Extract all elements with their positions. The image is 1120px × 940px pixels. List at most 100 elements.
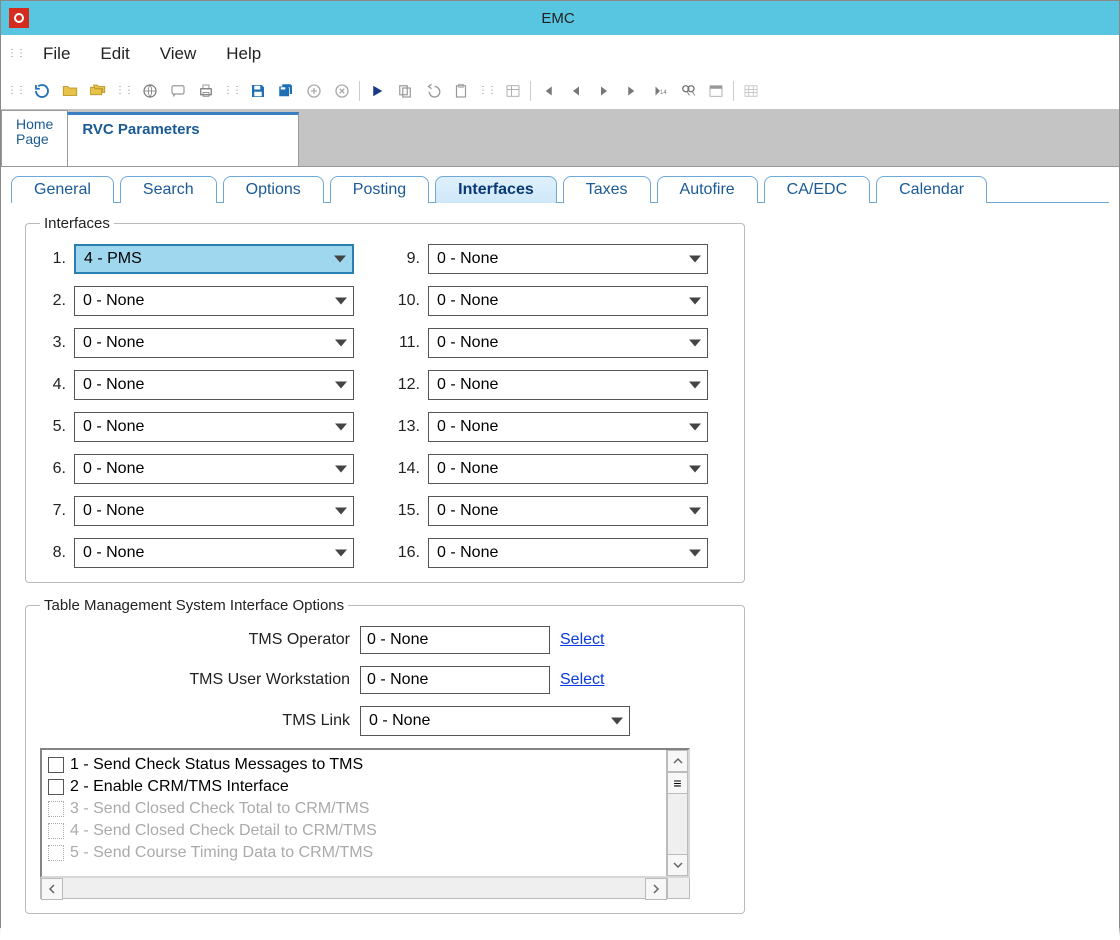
tab-taxes[interactable]: Taxes <box>563 176 651 203</box>
interface-combo[interactable]: 0 - None <box>74 496 354 526</box>
tab-home-page[interactable]: Home Page <box>1 110 68 166</box>
scroll-up-icon[interactable] <box>667 750 688 772</box>
menu-file[interactable]: File <box>29 40 84 68</box>
interface-combo[interactable]: 0 - None <box>428 454 708 484</box>
last-icon[interactable] <box>619 78 645 104</box>
interface-row: 3.0 - None <box>40 328 354 358</box>
interface-number: 13. <box>394 418 420 436</box>
tab-search[interactable]: Search <box>120 176 217 203</box>
tms-link-combo[interactable]: 0 - None <box>360 706 630 736</box>
checkbox-icon <box>48 801 64 817</box>
tab-options[interactable]: Options <box>223 176 324 203</box>
menu-view[interactable]: View <box>146 40 211 68</box>
titlebar: EMC <box>1 1 1119 35</box>
window-icon[interactable] <box>703 78 729 104</box>
folder-multi-icon[interactable] <box>85 78 111 104</box>
copy-icon[interactable] <box>392 78 418 104</box>
checkbox-icon[interactable] <box>48 757 64 773</box>
globe-icon[interactable] <box>137 78 163 104</box>
menu-help[interactable]: Help <box>212 40 275 68</box>
interface-row: 1. 4 - PMS <box>40 244 354 274</box>
first-icon[interactable] <box>535 78 561 104</box>
delete-icon[interactable] <box>329 78 355 104</box>
tab-calendar[interactable]: Calendar <box>876 176 987 203</box>
scroll-left-icon[interactable] <box>41 878 63 900</box>
interface-combo[interactable]: 0 - None <box>74 370 354 400</box>
interface-combo[interactable]: 4 - PMS <box>74 244 354 274</box>
next-icon[interactable] <box>591 78 617 104</box>
scroll-menu-icon[interactable]: ≡ <box>667 772 688 794</box>
tms-option-item[interactable]: 1 - Send Check Status Messages to TMS <box>48 754 660 776</box>
checkbox-icon[interactable] <box>48 779 64 795</box>
interface-combo[interactable]: 0 - None <box>74 286 354 316</box>
window-title: EMC <box>37 10 1079 27</box>
interface-combo[interactable]: 0 - None <box>74 412 354 442</box>
undo-icon[interactable] <box>420 78 446 104</box>
interface-combo[interactable]: 0 - None <box>428 244 708 274</box>
grid-icon[interactable] <box>738 78 764 104</box>
goto-icon[interactable]: 14 <box>647 78 673 104</box>
tab-ca-edc[interactable]: CA/EDC <box>764 176 870 203</box>
interface-combo[interactable]: 0 - None <box>428 412 708 442</box>
interface-row: 10.0 - None <box>394 286 708 316</box>
interface-combo[interactable]: 0 - None <box>428 370 708 400</box>
vertical-scrollbar[interactable]: ≡ <box>666 750 688 876</box>
tms-workstation-label: TMS User Workstation <box>40 671 350 689</box>
prev-icon[interactable] <box>563 78 589 104</box>
tab-posting[interactable]: Posting <box>330 176 429 203</box>
scroll-down-icon[interactable] <box>667 854 688 876</box>
tms-group: Table Management System Interface Option… <box>25 597 745 914</box>
interface-combo[interactable]: 0 - None <box>74 454 354 484</box>
print-icon[interactable] <box>193 78 219 104</box>
interface-row: 2.0 - None <box>40 286 354 316</box>
interface-row: 11. 0 - None <box>394 328 708 358</box>
interface-number: 9. <box>394 250 420 268</box>
interface-row: 9. 0 - None <box>394 244 708 274</box>
interface-row: 14. 0 - None <box>394 454 708 484</box>
tms-workstation-input[interactable] <box>360 666 550 694</box>
save-icon[interactable] <box>245 78 271 104</box>
interface-number: 12. <box>394 376 420 394</box>
refresh-icon[interactable] <box>29 78 55 104</box>
interface-number: 6. <box>40 460 66 478</box>
table-icon[interactable] <box>500 78 526 104</box>
grip-icon: ⋮⋮ <box>478 89 496 92</box>
interface-combo[interactable]: 0 - None <box>428 538 708 568</box>
interface-row: 8. 0 - None <box>40 538 354 568</box>
chat-icon[interactable] <box>165 78 191 104</box>
horizontal-scrollbar[interactable] <box>40 877 690 899</box>
interface-combo[interactable]: 0 - None <box>74 538 354 568</box>
tab-general[interactable]: General <box>11 176 114 203</box>
folder-icon[interactable] <box>57 78 83 104</box>
tms-option-item: 3 - Send Closed Check Total to CRM/TMS <box>48 798 660 820</box>
save-all-icon[interactable] <box>273 78 299 104</box>
tms-option-item: 5 - Send Course Timing Data to CRM/TMS <box>48 842 660 864</box>
interface-combo[interactable]: 0 - None <box>74 328 354 358</box>
tms-link-label: TMS Link <box>40 712 350 730</box>
interface-number: 14. <box>394 460 420 478</box>
add-icon[interactable] <box>301 78 327 104</box>
interface-row: 15.0 - None <box>394 496 708 526</box>
tab-interfaces[interactable]: Interfaces <box>435 176 557 203</box>
interface-combo[interactable]: 0 - None <box>428 496 708 526</box>
tms-option-item: 4 - Send Closed Check Detail to CRM/TMS <box>48 820 660 842</box>
tms-workstation-select-link[interactable]: Select <box>560 671 604 689</box>
paste-icon[interactable] <box>448 78 474 104</box>
interface-combo[interactable]: 0 - None <box>428 286 708 316</box>
tab-autofire[interactable]: Autofire <box>657 176 758 203</box>
tms-operator-input[interactable] <box>360 626 550 654</box>
tms-operator-select-link[interactable]: Select <box>560 631 604 649</box>
find-icon[interactable] <box>675 78 701 104</box>
interface-number: 1. <box>40 250 66 268</box>
scroll-right-icon[interactable] <box>645 878 667 900</box>
tab-rvc-parameters[interactable]: RVC Parameters <box>67 112 299 166</box>
play-icon[interactable] <box>364 78 390 104</box>
grip-icon: ⋮⋮ <box>223 89 241 92</box>
interface-number: 8. <box>40 544 66 562</box>
interface-combo[interactable]: 0 - None <box>428 328 708 358</box>
menu-edit[interactable]: Edit <box>86 40 143 68</box>
interface-number: 4. <box>40 376 66 394</box>
tms-option-item[interactable]: 2 - Enable CRM/TMS Interface <box>48 776 660 798</box>
grip-icon: ⋮⋮ <box>115 89 133 92</box>
interface-number: 11. <box>394 334 420 352</box>
